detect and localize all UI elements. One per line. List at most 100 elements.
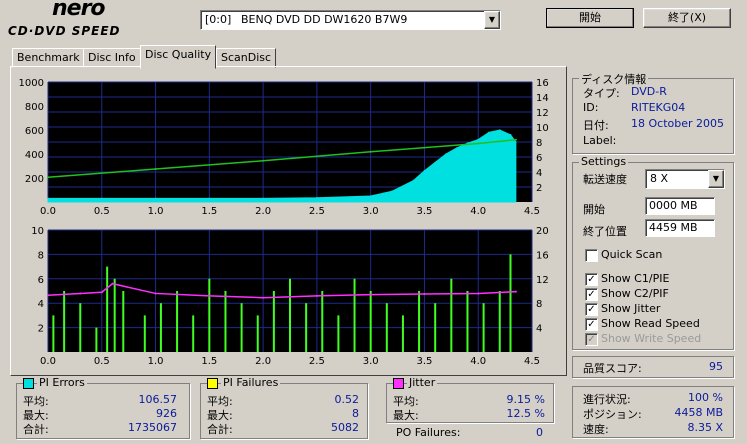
y-tick-label: 400 — [25, 150, 44, 161]
y2-tick-label: 20 — [536, 226, 549, 237]
y-tick-label: 10 — [31, 226, 44, 237]
y2-tick-label: 14 — [536, 93, 549, 104]
start-mb-input[interactable]: 0000 MB — [645, 197, 715, 215]
y-tick-label: 800 — [25, 102, 44, 113]
jitter-point — [514, 290, 517, 293]
y2-tick-label: 12 — [536, 275, 549, 286]
nero-logo: nero CD·DVD SPEED — [8, 0, 158, 44]
x-tick-label: 0.0 — [40, 356, 56, 367]
disc-type-label: タイプ: — [583, 87, 620, 100]
pi-failures-title: PI Failures — [221, 376, 281, 389]
pi-errors-point — [488, 131, 490, 134]
y-tick-label: 4 — [38, 299, 44, 310]
drive-dropdown-button[interactable]: ▼ — [484, 11, 500, 29]
show-c1-checkbox[interactable]: ✓ — [585, 273, 598, 286]
start-button[interactable]: 開始 — [546, 8, 634, 28]
jitter-title: Jitter — [407, 376, 438, 389]
x-tick-label: 3.5 — [416, 356, 432, 367]
pi-errors-point — [316, 197, 318, 199]
pi-errors-point — [412, 179, 415, 182]
show-jitter-label: Show Jitter — [601, 302, 661, 315]
tab-scandisc[interactable]: ScanDisc — [216, 48, 277, 68]
tab-disc-info[interactable]: Disc Info — [83, 48, 141, 68]
show-read-checkbox[interactable]: ✓ — [585, 318, 598, 331]
show-write-label: Show Write Speed — [601, 332, 702, 345]
exit-button[interactable]: 終了(X) — [643, 8, 731, 28]
read-speed-point — [514, 138, 517, 141]
checkmark-icon: ✓ — [587, 274, 596, 285]
pi-errors-point — [445, 153, 447, 155]
y2-tick-label: 4 — [536, 168, 542, 179]
chevron-down-icon: ▼ — [488, 15, 496, 24]
progress-speed-value: 8.35 X — [687, 421, 723, 434]
read-speed-point — [154, 168, 157, 170]
x-tick-label: 0.0 — [40, 206, 56, 217]
disc-label-label: Label: — [583, 134, 617, 147]
tab-benchmark[interactable]: Benchmark — [12, 48, 85, 68]
jitter-point — [100, 291, 103, 294]
disc-id-value: RITEKG04 — [631, 101, 686, 114]
show-c2-checkbox[interactable]: ✓ — [585, 288, 598, 301]
show-jitter-checkbox[interactable]: ✓ — [585, 303, 598, 316]
quick-scan-label: Quick Scan — [601, 248, 663, 261]
pi-errors-total-value: 1735067 — [128, 421, 177, 434]
progress-status-value: 100 % — [688, 391, 723, 404]
checkmark-icon: ✓ — [587, 319, 596, 330]
pi-errors-point — [47, 197, 49, 200]
pi-errors-point — [369, 195, 372, 197]
y2-tick-label: 10 — [536, 123, 549, 134]
x-tick-label: 4.5 — [524, 206, 540, 217]
progress-box: 進行状況: 100 % ポジション: 4458 MB 速度: 8.35 X — [572, 386, 734, 438]
jitter-point — [111, 282, 114, 285]
jitter-point — [262, 296, 265, 299]
pi-errors-total-label: 合計: — [23, 423, 49, 436]
read-speed-point — [477, 142, 480, 145]
quality-score-box: 品質スコア: 95 — [572, 356, 734, 378]
progress-status-label: 進行状況: — [583, 393, 631, 406]
pi-failures-total-label: 合計: — [207, 423, 233, 436]
pi-errors-point — [208, 197, 211, 200]
pi-failures-max-value: 8 — [352, 407, 359, 420]
speed-dropdown-button[interactable]: ▼ — [708, 170, 724, 188]
end-mb-input[interactable]: 4459 MB — [645, 219, 715, 237]
speed-select[interactable]: 8 X ▼ — [645, 169, 725, 189]
quality-score-label: 品質スコア: — [583, 362, 642, 375]
pi-errors-point — [515, 141, 517, 143]
speed-value: 8 X — [650, 172, 669, 185]
jitter-max-label: 最大: — [393, 409, 419, 422]
x-tick-label: 1.5 — [201, 356, 217, 367]
y2-tick-label: 6 — [536, 153, 542, 164]
y-tick-label: 6 — [38, 275, 44, 286]
y2-tick-label: 4 — [536, 324, 542, 335]
quick-scan-checkbox[interactable] — [585, 249, 598, 262]
x-tick-label: 0.5 — [94, 206, 110, 217]
po-failures-label: PO Failures: — [396, 426, 461, 439]
chevron-down-icon: ▼ — [712, 174, 720, 183]
pi-errors-point — [154, 197, 157, 200]
drive-select[interactable]: [0:0] BENQ DVD DD DW1620 B7W9 ▼ — [200, 10, 501, 30]
end-mb-value: 4459 MB — [649, 221, 698, 234]
drive-name: BENQ DVD DD DW1620 B7W9 — [241, 13, 408, 26]
progress-position-label: ポジション: — [583, 408, 642, 421]
x-tick-label: 1.0 — [148, 206, 164, 217]
jitter-avg-value: 9.15 % — [506, 393, 545, 406]
show-c2-label: Show C2/PIF — [601, 287, 669, 300]
x-tick-label: 4.0 — [470, 356, 486, 367]
y-tick-label: 600 — [25, 126, 44, 137]
pi-errors-point — [477, 138, 480, 141]
pi-failures-avg-value: 0.52 — [334, 393, 360, 406]
pi-errors-max-value: 926 — [156, 407, 177, 420]
po-failures-value: 0 — [536, 426, 543, 439]
pi-errors-avg-value: 106.57 — [138, 393, 178, 406]
x-tick-label: 1.0 — [148, 356, 164, 367]
y2-tick-label: 16 — [536, 250, 549, 261]
pi-errors-title: PI Errors — [37, 376, 87, 389]
drive-id: [0:0] — [205, 13, 232, 26]
x-tick-label: 2.0 — [255, 206, 271, 217]
speed-label: 転送速度 — [583, 173, 627, 186]
x-tick-label: 4.5 — [524, 356, 540, 367]
logo-nero-text: nero — [52, 0, 106, 21]
progress-position-value: 4458 MB — [674, 406, 723, 419]
tab-disc-quality[interactable]: Disc Quality — [140, 45, 217, 69]
logo-cddvdspeed-text: CD·DVD SPEED — [8, 24, 121, 38]
